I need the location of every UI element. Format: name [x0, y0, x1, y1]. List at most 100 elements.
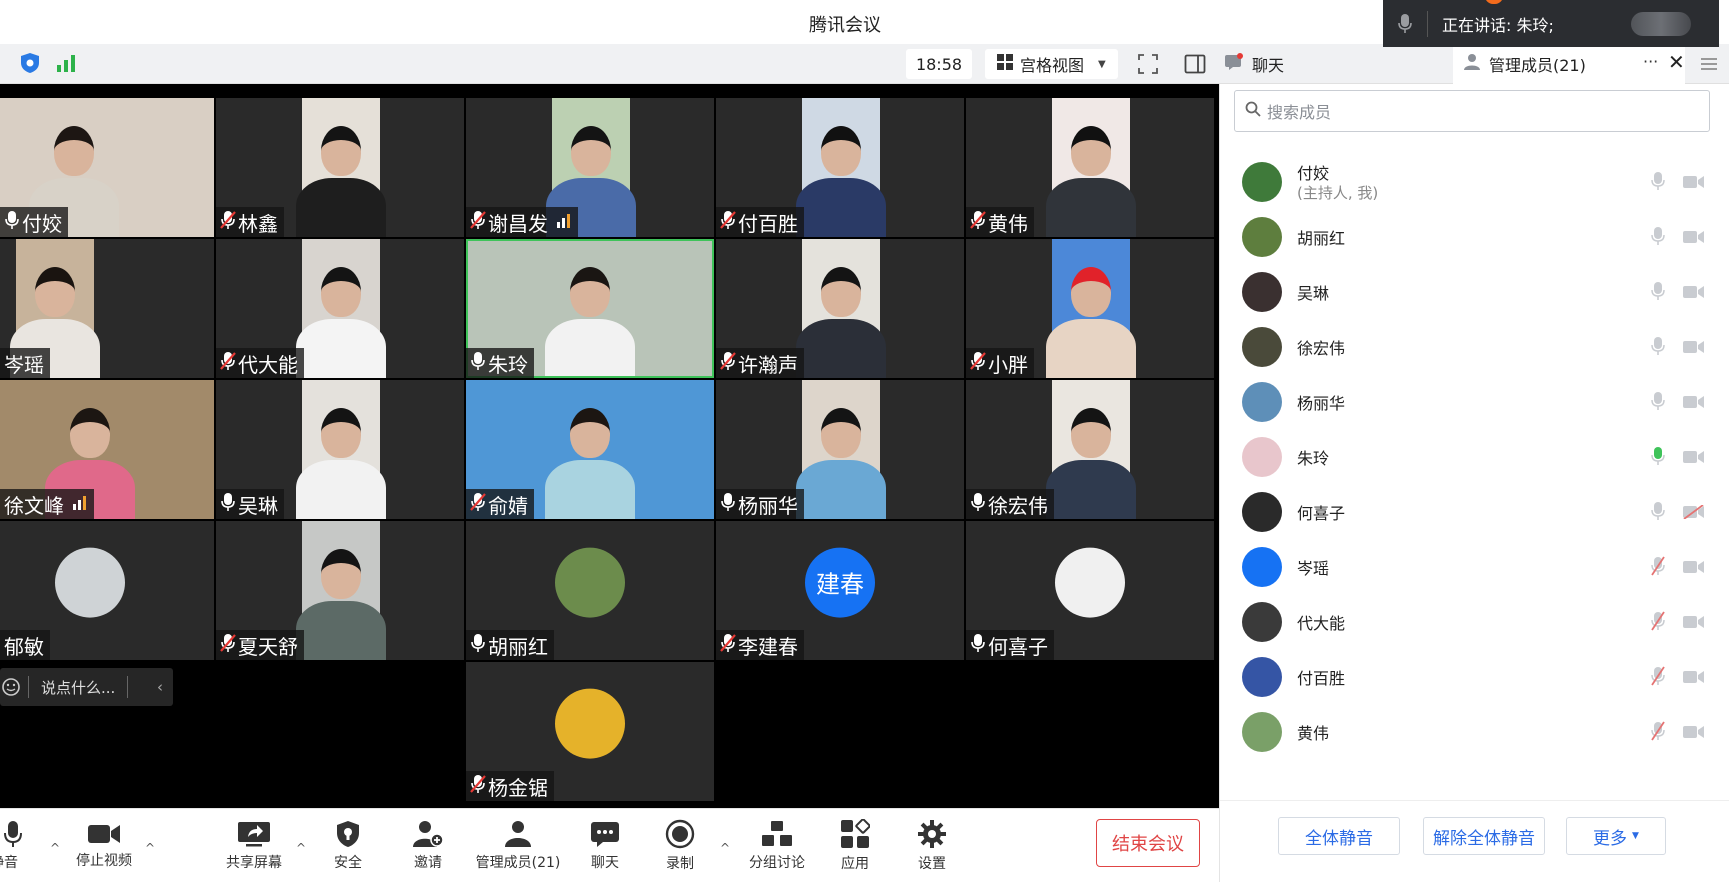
member-row[interactable]: 付百胜 — [1220, 649, 1729, 704]
video-tile[interactable]: 杨金锯 — [466, 662, 714, 801]
network-signal-icon[interactable] — [55, 53, 77, 73]
video-icon[interactable] — [1683, 559, 1705, 578]
video-tile[interactable]: 胡丽红 — [466, 521, 714, 660]
video-tile[interactable]: 吴琳 — [216, 380, 464, 519]
fullscreen-icon[interactable] — [1137, 53, 1159, 75]
menu-icon[interactable] — [1701, 56, 1717, 70]
video-tile[interactable]: 徐宏伟 — [966, 380, 1214, 519]
video-grid: 付姣 林鑫 谢昌发 付百胜 黄伟岑瑶 代大能 朱玲 许瀚声 小胖徐文峰 吴琳 俞婧 杨丽华 徐宏伟郁敏 夏… — [0, 84, 1219, 808]
member-row[interactable]: 杨丽华 — [1220, 374, 1729, 429]
video-tile[interactable]: 林鑫 — [216, 98, 464, 237]
member-row[interactable]: 胡丽红 — [1220, 209, 1729, 264]
record-button[interactable]: 录制 — [655, 811, 705, 881]
member-row[interactable]: 徐宏伟 — [1220, 319, 1729, 374]
apps-button[interactable]: 应用 — [830, 811, 880, 881]
invite-button[interactable]: 邀请 — [398, 811, 458, 881]
security-button[interactable]: 安全 — [318, 811, 378, 881]
tab-chat[interactable]: 聊天 — [1224, 44, 1284, 84]
person-head — [321, 126, 361, 176]
video-icon[interactable] — [1683, 669, 1705, 688]
participant-nameplate: 付姣 — [0, 207, 68, 237]
video-tile[interactable]: 朱玲 — [466, 239, 714, 378]
video-icon[interactable] — [1683, 449, 1705, 468]
share-options-caret[interactable]: ^ — [296, 841, 306, 855]
breakout-rooms-button[interactable]: 分组讨论 — [742, 811, 812, 881]
video-off-icon[interactable] — [1683, 504, 1705, 523]
camera-feed — [1046, 98, 1136, 237]
more-options-icon[interactable]: ··· — [1643, 52, 1658, 71]
mic-icon[interactable] — [1651, 226, 1665, 250]
video-icon[interactable] — [1683, 394, 1705, 413]
emoji-icon[interactable] — [0, 678, 22, 696]
share-screen-button[interactable]: 共享屏幕 — [222, 811, 286, 881]
member-row[interactable]: 何喜子 — [1220, 484, 1729, 539]
video-tile[interactable]: 代大能 — [216, 239, 464, 378]
participant-name: 朱玲 — [488, 352, 528, 377]
chevron-left-icon[interactable]: ‹ — [157, 678, 163, 696]
mic-icon[interactable] — [1651, 336, 1665, 360]
member-row[interactable]: 吴琳 — [1220, 264, 1729, 319]
mic-icon[interactable] — [1651, 446, 1665, 470]
video-tile[interactable]: 小胖 — [966, 239, 1214, 378]
mic-icon[interactable] — [1651, 171, 1665, 195]
more-button[interactable]: 更多 ▼ — [1566, 817, 1666, 855]
member-row[interactable]: 朱玲 — [1220, 429, 1729, 484]
mic-muted-icon[interactable] — [1651, 611, 1665, 635]
quick-chat-bar[interactable]: 说点什么... ‹ — [0, 668, 173, 706]
member-avatar — [1242, 712, 1282, 752]
video-tile[interactable]: 黄伟 — [966, 98, 1214, 237]
mic-muted-icon[interactable] — [1651, 556, 1665, 580]
view-mode-dropdown[interactable]: 宫格视图 ▼ — [985, 49, 1118, 79]
chat-button[interactable]: 聊天 — [580, 811, 630, 881]
participant-nameplate: 朱玲 — [466, 348, 534, 378]
video-tile[interactable]: 许瀚声 — [716, 239, 964, 378]
settings-button[interactable]: 设置 — [907, 811, 957, 881]
member-row[interactable]: 付姣 (主持人, 我) — [1220, 154, 1729, 209]
participant-nameplate: 俞婧 — [466, 489, 534, 519]
close-icon[interactable]: ✕ — [1668, 50, 1685, 74]
video-icon[interactable] — [1683, 229, 1705, 248]
video-tile[interactable]: 杨丽华 — [716, 380, 964, 519]
member-search-input[interactable]: 搜索成员 — [1234, 90, 1710, 132]
manage-members-button[interactable]: 管理成员(21) — [468, 811, 568, 881]
mute-options-caret[interactable]: ^ — [50, 841, 60, 855]
participant-nameplate: 胡丽红 — [466, 630, 554, 660]
video-icon[interactable] — [1683, 614, 1705, 633]
mic-muted-icon[interactable] — [1651, 666, 1665, 690]
video-tile[interactable]: 夏天舒 — [216, 521, 464, 660]
quick-chat-input[interactable]: 说点什么... — [41, 677, 115, 698]
member-name: 黄伟 — [1297, 724, 1330, 743]
participant-nameplate: 杨金锯 — [466, 771, 554, 801]
video-tile[interactable]: 谢昌发 — [466, 98, 714, 237]
person-head — [570, 267, 610, 317]
unmute-all-button[interactable]: 解除全体静音 — [1423, 817, 1545, 855]
video-tile[interactable]: 何喜子 — [966, 521, 1214, 660]
member-row[interactable]: 代大能 — [1220, 594, 1729, 649]
mic-icon[interactable] — [1651, 501, 1665, 525]
video-tile[interactable]: 付百胜 — [716, 98, 964, 237]
member-row[interactable]: 黄伟 — [1220, 704, 1729, 759]
video-icon[interactable] — [1683, 339, 1705, 358]
member-row[interactable]: 岑瑶 — [1220, 539, 1729, 594]
video-tile[interactable]: 徐文峰 — [0, 380, 214, 519]
security-shield-icon[interactable] — [19, 52, 41, 74]
video-tile[interactable]: 岑瑶 — [0, 239, 214, 378]
mic-muted-icon[interactable] — [1651, 721, 1665, 745]
video-tile[interactable]: 郁敏 — [0, 521, 214, 660]
video-tile[interactable]: 俞婧 — [466, 380, 714, 519]
end-meeting-button[interactable]: 结束会议 — [1096, 819, 1200, 867]
video-tile[interactable]: 付姣 — [0, 98, 214, 237]
person-body — [1046, 460, 1136, 519]
video-options-caret[interactable]: ^ — [145, 841, 155, 855]
mute-button[interactable]: 静音 — [0, 811, 26, 881]
mute-all-button[interactable]: 全体静音 — [1278, 817, 1400, 855]
video-icon[interactable] — [1683, 284, 1705, 303]
record-options-caret[interactable]: ^ — [720, 841, 730, 855]
video-tile[interactable]: 建春 李建春 — [716, 521, 964, 660]
sidebar-toggle-icon[interactable] — [1184, 54, 1206, 74]
video-icon[interactable] — [1683, 174, 1705, 193]
mic-icon[interactable] — [1651, 281, 1665, 305]
video-icon[interactable] — [1683, 724, 1705, 743]
mic-icon[interactable] — [1651, 391, 1665, 415]
stop-video-button[interactable]: 停止视频 — [72, 811, 136, 881]
